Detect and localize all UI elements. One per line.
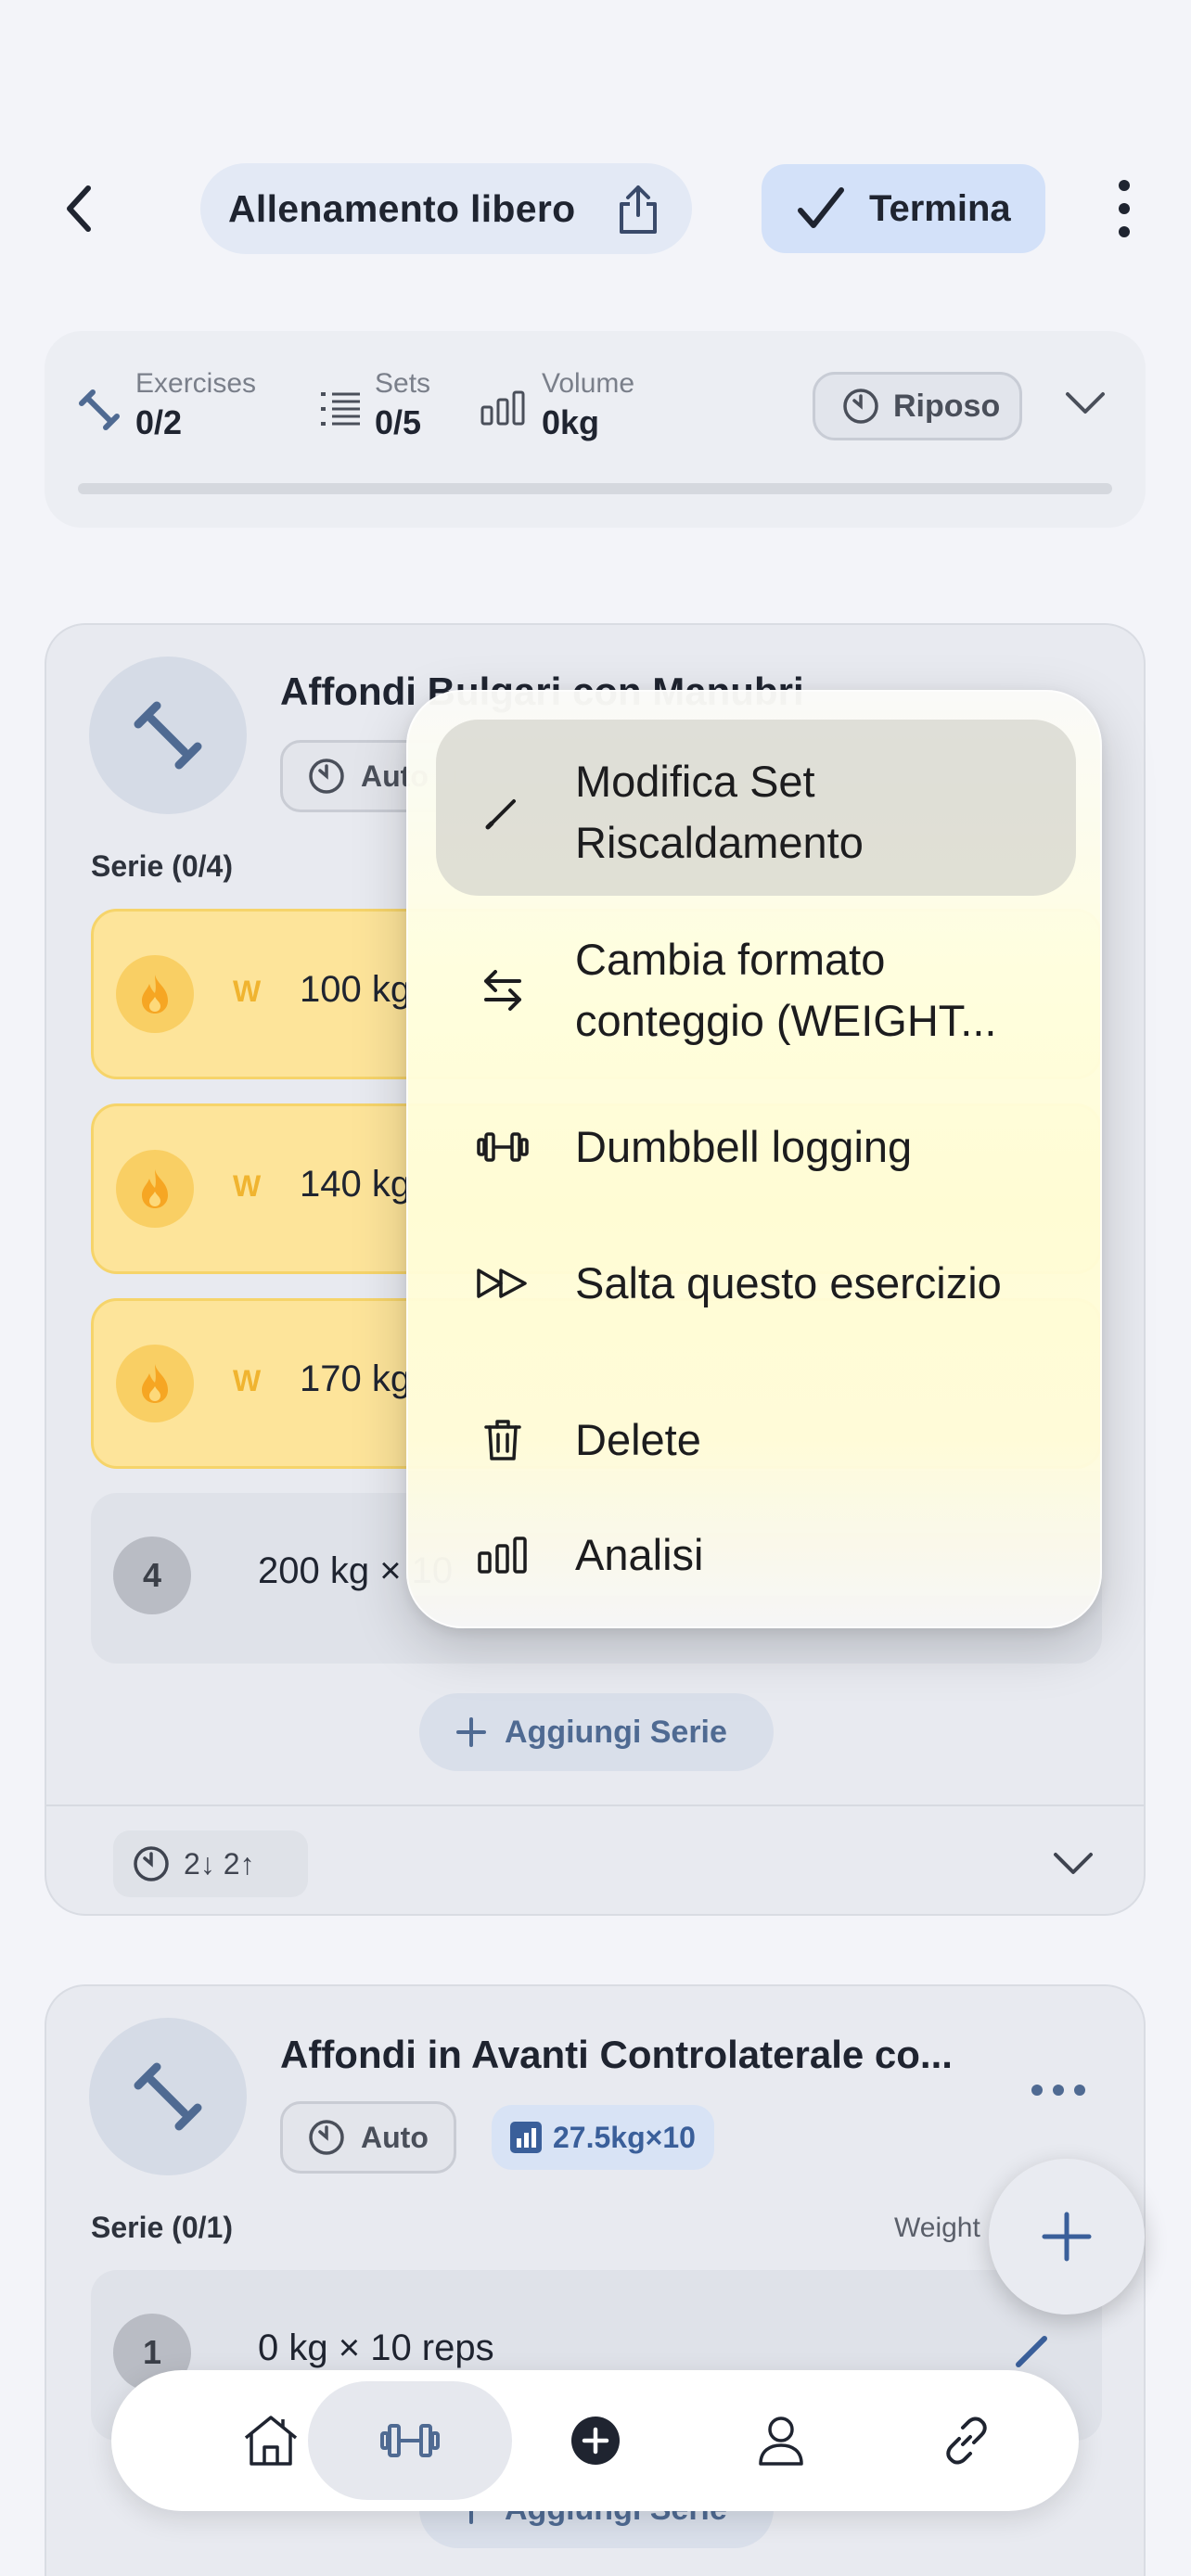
more-options-button[interactable] xyxy=(1104,176,1145,241)
exercise-avatar xyxy=(89,657,247,814)
nav-home[interactable] xyxy=(224,2394,317,2487)
stat-exercises: Exercises 0/2 xyxy=(78,368,256,442)
workout-title-button[interactable]: Allenamento libero xyxy=(200,163,692,254)
exercise-avatar xyxy=(89,2018,247,2175)
set-text: 100 kg xyxy=(300,969,412,1010)
dumbbell-icon xyxy=(380,2424,440,2457)
stat-sets: Sets 0/5 xyxy=(321,368,430,442)
pr-label: 27.5kg×10 xyxy=(553,2120,696,2154)
auto-label: Auto xyxy=(361,2120,429,2154)
warmup-flame-icon[interactable] xyxy=(116,1150,194,1228)
chevron-down-icon[interactable] xyxy=(1052,1849,1095,1877)
dumbbell-diagonal-icon xyxy=(79,389,120,430)
add-series-label: Aggiungi Serie xyxy=(505,1714,727,1750)
more-horizontal-icon[interactable] xyxy=(1030,2083,1087,2098)
back-button[interactable] xyxy=(46,172,111,246)
menu-item-delete[interactable]: Delete xyxy=(408,1398,1104,1482)
nav-workout[interactable] xyxy=(364,2394,456,2487)
menu-item-label: Analisi xyxy=(575,1530,704,1579)
set-number: 4 xyxy=(113,1537,191,1614)
series-label: Serie (0/4) xyxy=(91,849,233,883)
workout-stats-card: Exercises 0/2 Sets 0/5 Volume 0kg Riposo xyxy=(45,331,1146,528)
menu-item-edit-warmup[interactable]: Modifica Set Riscaldamento xyxy=(408,749,1104,875)
rest-chip-label: 2↓ 2↑ xyxy=(184,1846,255,1881)
finish-workout-button[interactable]: Termina xyxy=(762,164,1045,253)
timer-icon xyxy=(134,1846,169,1881)
bar-chart-icon xyxy=(480,390,525,426)
stats-icon xyxy=(510,2122,542,2153)
menu-item-label: Delete xyxy=(575,1415,701,1464)
menu-item-label: Modifica Set Riscaldamento xyxy=(575,757,864,867)
home-icon xyxy=(244,2416,298,2466)
rest-timer-button[interactable]: Riposo xyxy=(813,372,1022,440)
series-label: Serie (0/1) xyxy=(91,2211,233,2244)
plus-icon xyxy=(456,1717,486,1747)
stat-sets-value: 0/5 xyxy=(375,403,422,441)
plus-icon xyxy=(1042,2212,1092,2262)
swap-arrows-icon xyxy=(475,963,531,1018)
profile-icon xyxy=(759,2417,803,2466)
nav-links[interactable] xyxy=(920,2394,1013,2487)
dumbbell-diagonal-icon xyxy=(134,2062,202,2131)
divider xyxy=(46,1804,1144,1806)
auto-rest-chip[interactable]: Auto xyxy=(280,2101,456,2174)
more-vertical-icon xyxy=(1119,180,1130,237)
share-icon xyxy=(620,185,657,234)
stat-volume-label: Volume xyxy=(542,368,635,399)
trash-icon xyxy=(475,1412,531,1468)
warmup-marker: W xyxy=(233,975,262,1008)
weight-column-label: Weight xyxy=(894,2213,980,2243)
exercise-context-menu: Modifica Set Riscaldamento Cambia format… xyxy=(406,690,1102,1628)
nav-add[interactable] xyxy=(549,2394,642,2487)
set-text: 0 kg × 10 reps xyxy=(258,2327,494,2368)
nav-profile[interactable] xyxy=(735,2394,827,2487)
list-icon xyxy=(321,392,360,426)
stat-volume: Volume 0kg xyxy=(480,368,634,442)
warmup-marker: W xyxy=(233,1169,262,1203)
personal-record-chip[interactable]: 27.5kg×10 xyxy=(492,2105,714,2170)
add-series-button[interactable]: Aggiungi Serie xyxy=(419,1693,774,1771)
workout-progress-bar xyxy=(78,483,1112,494)
menu-item-change-format[interactable]: Cambia formato conteggio (WEIGHT... xyxy=(408,927,1104,1053)
add-circle-icon xyxy=(571,2417,620,2465)
stat-exercises-value: 0/2 xyxy=(135,403,183,441)
timer-icon xyxy=(309,759,344,794)
set-text: 170 kg xyxy=(300,1358,412,1399)
workout-title: Allenamento libero xyxy=(228,186,576,230)
menu-item-label: Cambia formato conteggio (WEIGHT... xyxy=(575,935,997,1045)
warmup-flame-icon[interactable] xyxy=(116,1345,194,1422)
bar-chart-icon xyxy=(475,1527,531,1583)
exercise-title[interactable]: Affondi in Avanti Controlaterale co... xyxy=(280,2033,953,2077)
timer-icon xyxy=(843,389,878,424)
timer-icon xyxy=(309,2120,344,2155)
dumbbell-diagonal-icon xyxy=(134,701,202,770)
set-text: 140 kg xyxy=(300,1164,412,1205)
stat-exercises-label: Exercises xyxy=(135,368,257,399)
menu-item-label: Salta questo esercizio xyxy=(575,1258,1002,1307)
finish-label: Termina xyxy=(869,187,1011,229)
pencil-icon xyxy=(475,784,531,840)
chevron-left-icon xyxy=(67,185,91,232)
menu-item-skip-exercise[interactable]: Salta questo esercizio xyxy=(408,1220,1104,1346)
menu-item-dumbbell-logging[interactable]: Dumbbell logging xyxy=(408,1105,1104,1189)
add-exercise-fab[interactable] xyxy=(989,2159,1145,2315)
link-icon xyxy=(946,2417,987,2465)
dumbbell-icon xyxy=(475,1119,531,1175)
stat-volume-value: 0kg xyxy=(542,403,600,441)
menu-item-label: Dumbbell logging xyxy=(575,1122,913,1171)
skip-forward-icon xyxy=(475,1256,531,1311)
rest-settings-chip[interactable]: 2↓ 2↑ xyxy=(113,1830,308,1897)
warmup-flame-icon[interactable] xyxy=(116,955,194,1033)
checkmark-icon xyxy=(798,187,844,228)
chevron-down-icon[interactable] xyxy=(1064,389,1107,416)
rest-label: Riposo xyxy=(893,388,1001,424)
stat-sets-label: Sets xyxy=(375,368,431,399)
menu-item-analytics[interactable]: Analisi xyxy=(408,1513,1104,1597)
warmup-marker: W xyxy=(233,1364,262,1397)
pencil-icon[interactable] xyxy=(1013,2329,1054,2370)
bottom-navigation xyxy=(111,2370,1079,2511)
